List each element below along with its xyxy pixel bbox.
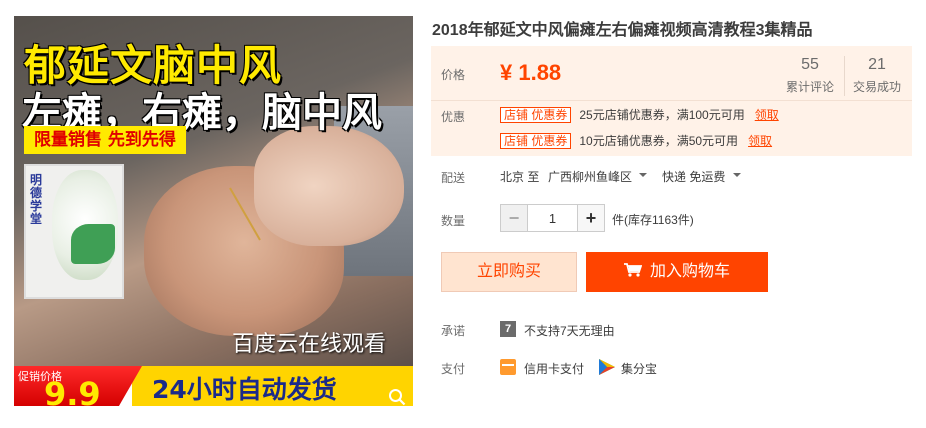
coupon-desc: 25元店铺优惠券，满100元可用 — [579, 108, 745, 122]
quantity-stepper: − + — [500, 204, 605, 232]
add-to-cart-label: 加入购物车 — [649, 263, 730, 280]
buy-now-button[interactable]: 立即购买 — [441, 252, 577, 292]
payment-credit-card[interactable]: 信用卡支付 — [524, 360, 584, 377]
image-caption: 百度云在线观看 — [232, 332, 387, 357]
add-to-cart-button[interactable]: 加入购物车 — [586, 252, 768, 292]
price-label: 价格 — [441, 68, 466, 82]
chevron-down-icon[interactable] — [639, 173, 647, 177]
shipping-destination-select[interactable]: 广西柳州鱼峰区 — [548, 168, 632, 185]
shipping-label: 配送 — [441, 171, 466, 185]
coupon-tag: 店铺 优惠券 — [500, 132, 572, 149]
jifenbao-icon — [599, 359, 615, 375]
image-promo-price: 9.9 — [44, 375, 101, 406]
promise-label: 承诺 — [441, 324, 466, 338]
coupon-desc: 10元店铺优惠券，满50元可用 — [579, 134, 739, 148]
shipping-method-select[interactable]: 快递 免运费 — [662, 168, 725, 185]
image-bag: 明德学堂 — [24, 164, 124, 299]
quantity-label: 数量 — [441, 214, 466, 228]
quantity-increase-button[interactable]: + — [577, 205, 604, 231]
credit-card-icon — [500, 359, 516, 375]
coupon-tag: 店铺 优惠券 — [500, 106, 572, 123]
review-count: 55 — [801, 56, 819, 73]
shipping-from: 北京 至 — [500, 170, 540, 184]
image-limited-badge: 限量销售 先到先得 — [24, 126, 186, 154]
promise-text[interactable]: 不支持7天无理由 — [524, 322, 615, 339]
product-title: 2018年郁延文中风偏瘫左右偏瘫视频高清教程3集精品 — [432, 22, 813, 39]
chevron-down-icon[interactable] — [733, 173, 741, 177]
cart-icon — [623, 263, 642, 277]
product-detail-page: 郁延文脑中风 左瘫，右瘫，脑中风 限量销售 先到先得 明德学堂 百度云在线观看 … — [0, 0, 926, 428]
review-stat[interactable]: 55 累计评论 — [777, 56, 843, 95]
coupon-label: 优惠 — [441, 110, 466, 124]
payment-label: 支付 — [441, 362, 466, 376]
image-hand — [254, 126, 404, 246]
claim-coupon-link[interactable]: 领取 — [748, 134, 772, 148]
product-main-image[interactable]: 郁延文脑中风 左瘫，右瘫，脑中风 限量销售 先到先得 明德学堂 百度云在线观看 … — [14, 16, 413, 406]
sales-label: 交易成功 — [852, 80, 901, 94]
coupon-row: 店铺 优惠券 25元店铺优惠券，满100元可用 领取 — [500, 106, 779, 124]
coupon-row: 店铺 优惠券 10元店铺优惠券，满50元可用 领取 — [500, 132, 772, 150]
quantity-input[interactable] — [529, 205, 576, 231]
price-value: ¥ 1.88 — [500, 60, 562, 85]
payment-jifenbao[interactable]: 集分宝 — [621, 360, 657, 377]
stock-info: 件(库存1163件) — [612, 213, 694, 227]
no-return-icon: 7 — [500, 321, 516, 337]
image-promo-banner: 24小时自动发货 — [152, 375, 337, 404]
zoom-icon[interactable] — [388, 388, 406, 406]
sales-count: 21 — [868, 56, 886, 73]
bag-leaf-icon — [71, 224, 115, 264]
quantity-decrease-button[interactable]: − — [501, 205, 528, 231]
claim-coupon-link[interactable]: 领取 — [755, 108, 779, 122]
bag-text: 明德学堂 — [30, 173, 43, 226]
review-label: 累计评论 — [785, 80, 834, 94]
price-panel-divider — [431, 100, 912, 101]
sales-stat: 21 交易成功 — [844, 56, 910, 95]
